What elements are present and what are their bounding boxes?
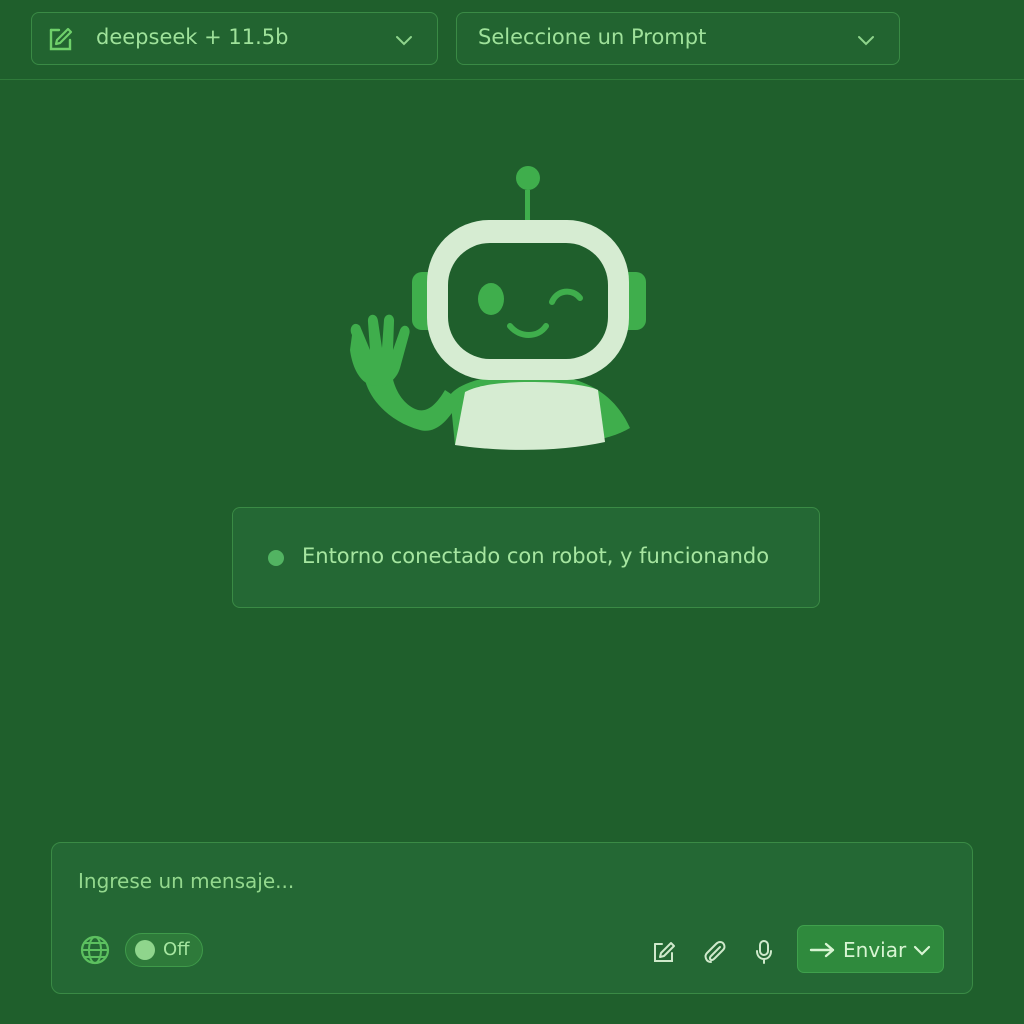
status-text: Entorno conectado con robot, y funcionan… [302, 544, 770, 568]
model-select[interactable]: deepseek + 11.5b [31, 12, 438, 65]
arrow-right-icon [809, 942, 835, 958]
status-panel: Entorno conectado con robot, y funcionan… [232, 507, 820, 608]
message-input[interactable] [78, 869, 938, 905]
robot-illustration [350, 166, 646, 450]
mic-icon[interactable] [751, 939, 777, 965]
status-indicator-dot [268, 550, 284, 566]
chevron-down-icon [396, 36, 412, 46]
chevron-down-icon[interactable] [913, 941, 931, 959]
paperclip-icon[interactable] [702, 939, 728, 965]
toggle-knob [135, 940, 155, 960]
send-button-label: Enviar [843, 938, 907, 962]
globe-icon[interactable] [79, 934, 111, 966]
toggle-label: Off [163, 939, 190, 960]
prompt-select[interactable]: Seleccione un Prompt [456, 12, 900, 65]
send-button[interactable]: Enviar [797, 925, 944, 973]
web-search-toggle[interactable]: Off [125, 933, 203, 967]
model-select-value: deepseek + 11.5b [96, 25, 289, 49]
edit-icon [49, 27, 73, 51]
top-bar: deepseek + 11.5b Seleccione un Prompt [0, 0, 1024, 80]
edit-icon[interactable] [652, 939, 678, 965]
message-composer: Off Enviar [51, 842, 973, 994]
chevron-down-icon [858, 36, 874, 46]
prompt-select-value: Seleccione un Prompt [478, 25, 707, 49]
